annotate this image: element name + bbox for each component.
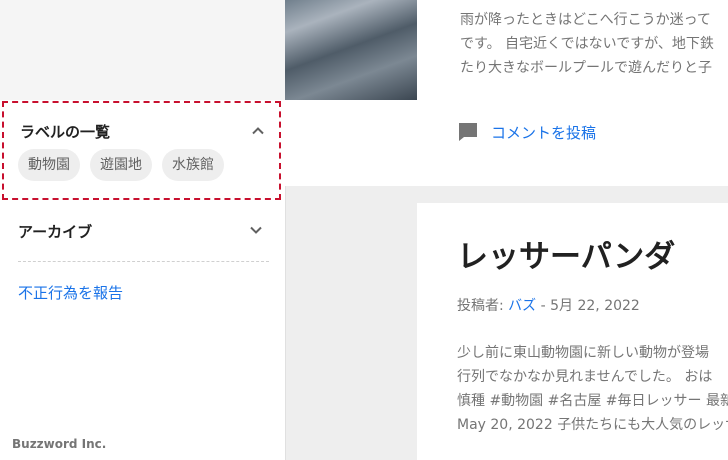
post-excerpt-line: May 20, 2022 子供たちにも大人気のレッサー xyxy=(457,417,728,433)
byline-prefix: 投稿者: xyxy=(457,298,509,314)
labels-widget: ラベルの一覧 動物園 遊園地 水族館 xyxy=(2,101,281,200)
author-link[interactable]: バズ xyxy=(508,298,536,314)
post-excerpt-line: 少し前に東山動物園に新しい動物が登場 xyxy=(457,345,709,361)
label-chip-aquarium[interactable]: 水族館 xyxy=(162,149,224,181)
chevron-up-icon[interactable] xyxy=(250,123,266,139)
post-byline: 投稿者: バズ - 5月 22, 2022 xyxy=(457,295,640,315)
sidebar-header-area xyxy=(0,0,285,100)
chevron-down-icon[interactable] xyxy=(248,222,264,238)
footer-brand: Buzzword Inc. xyxy=(12,437,107,451)
comment-action[interactable]: コメントを投稿 xyxy=(457,121,596,143)
post-excerpt: 雨が降ったときはどこへ行こうか迷って です。 自宅近くではないですが、地下鉄 た… xyxy=(460,8,728,80)
post-thumbnail[interactable] xyxy=(285,0,417,100)
post-excerpt-line: たり大きなボールプールで遊んだりと子 xyxy=(460,60,712,76)
label-chip-amusement-park[interactable]: 遊園地 xyxy=(90,149,152,181)
post-excerpt-line: です。 自宅近くではないですが、地下鉄 xyxy=(460,36,714,52)
report-abuse-link[interactable]: 不正行為を報告 xyxy=(18,282,123,303)
sidebar-divider xyxy=(18,261,269,262)
label-chip-list: 動物園 遊園地 水族館 xyxy=(18,149,224,181)
label-chip-zoo[interactable]: 動物園 xyxy=(18,149,80,181)
sidebar: ラベルの一覧 動物園 遊園地 水族館 アーカイブ 不正行為を報告 Buzzwor… xyxy=(0,0,286,460)
labels-widget-title[interactable]: ラベルの一覧 xyxy=(20,121,110,142)
post-excerpt-line: 慎種 #動物園 #名古屋 #毎日レッサー 最新 xyxy=(457,393,728,409)
post-title[interactable]: レッサーパンダ xyxy=(457,231,675,276)
post-card: レッサーパンダ 投稿者: バズ - 5月 22, 2022 少し前に東山動物園に… xyxy=(417,203,728,460)
post-date[interactable]: 5月 22, 2022 xyxy=(550,298,640,314)
comment-icon[interactable] xyxy=(457,121,479,143)
comment-link[interactable]: コメントを投稿 xyxy=(491,122,596,143)
byline-separator: - xyxy=(536,298,551,314)
post-excerpt: 少し前に東山動物園に新しい動物が登場 行列でなかなか見れませんでした。 おは 慎… xyxy=(457,341,728,437)
post-excerpt-line: 雨が降ったときはどこへ行こうか迷って xyxy=(460,12,711,28)
archive-widget-title[interactable]: アーカイブ xyxy=(18,221,92,242)
post-excerpt-line: 行列でなかなか見れませんでした。 おは xyxy=(457,369,713,385)
post-card-previous: 雨が降ったときはどこへ行こうか迷って です。 自宅近くではないですが、地下鉄 た… xyxy=(285,0,728,186)
